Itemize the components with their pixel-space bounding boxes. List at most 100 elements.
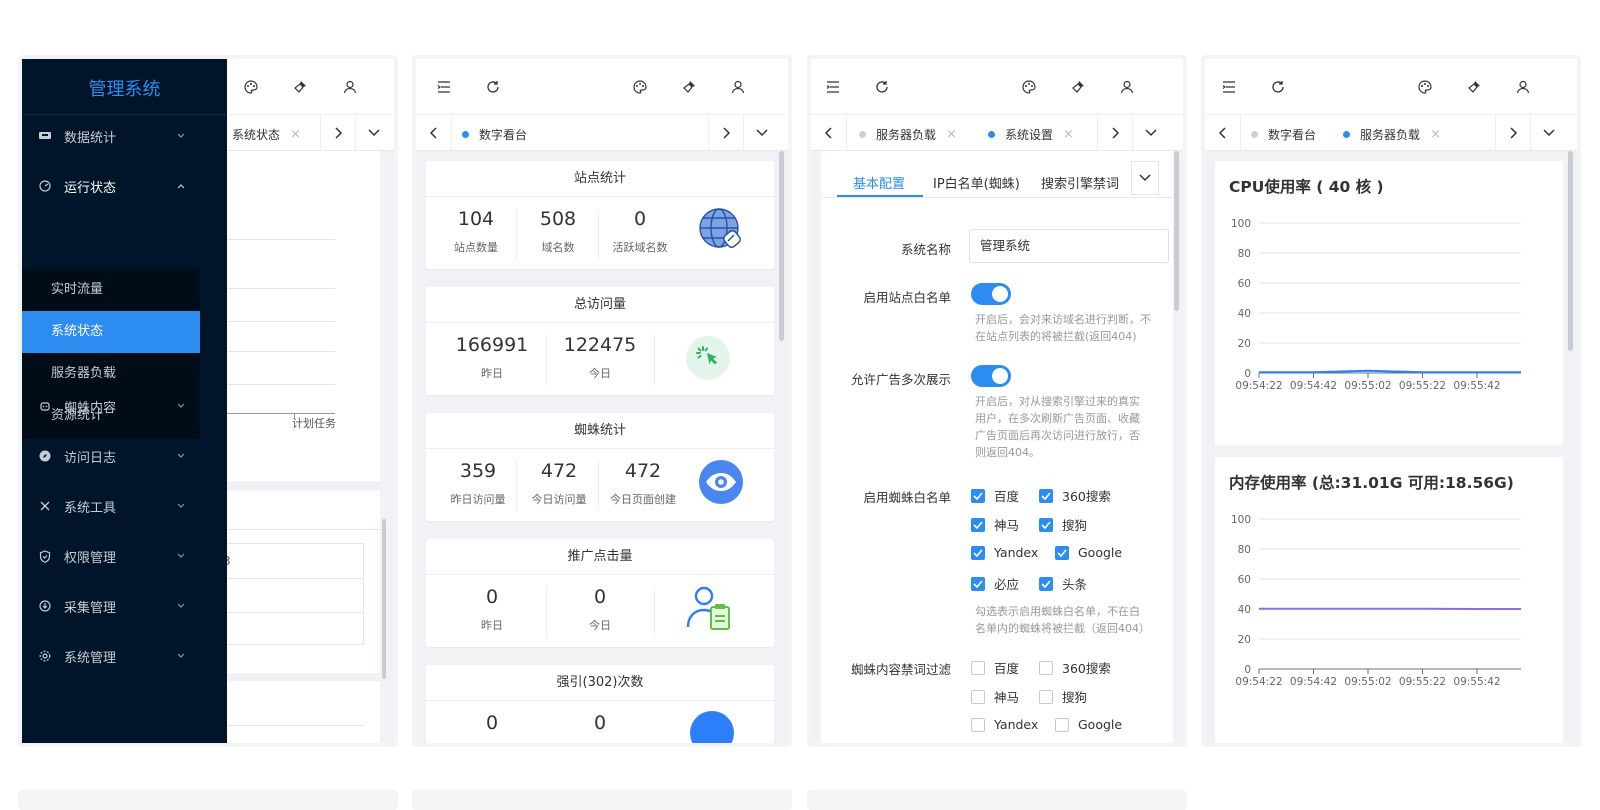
ads-multi-display-toggle[interactable] xyxy=(971,365,1011,387)
scrollbar[interactable] xyxy=(1174,151,1179,311)
eye-icon xyxy=(698,459,744,508)
tab-status-dot xyxy=(988,131,995,138)
tab-menu-button[interactable] xyxy=(1531,115,1567,151)
close-icon[interactable]: × xyxy=(290,127,301,142)
palette-icon[interactable] xyxy=(241,77,261,97)
menu-item-system-admin[interactable]: 系统管理 xyxy=(22,636,227,676)
spider-whitelist-label: 启用蜘蛛白名单 xyxy=(821,487,951,506)
tab-system-settings[interactable]: 系统设置 × xyxy=(988,123,1074,145)
close-icon[interactable]: × xyxy=(1430,127,1441,142)
spider-whitelist-checkbox-baidu[interactable]: 百度 xyxy=(971,486,1019,505)
palette-icon[interactable] xyxy=(1415,77,1435,97)
tab-bar: 数字看台 服务器负载 × xyxy=(1205,115,1577,151)
chevron-down-icon xyxy=(1145,128,1157,138)
tab-server-load[interactable]: 服务器负载 × xyxy=(859,123,957,145)
menu-item-run-status[interactable]: 运行状态 xyxy=(22,166,227,206)
submenu-item-realtime-traffic[interactable]: 实时流量 xyxy=(22,269,200,311)
filter-checkbox-360[interactable]: 360搜索 xyxy=(1039,658,1111,677)
palette-icon[interactable] xyxy=(1019,77,1039,97)
brush-icon[interactable] xyxy=(290,77,310,97)
tab-menu-button[interactable] xyxy=(356,115,392,151)
filter-checkbox-google[interactable]: Google xyxy=(1055,717,1122,732)
top-bar xyxy=(416,59,788,115)
system-name-input[interactable]: 管理系统 xyxy=(969,229,1169,263)
card-title: 总访问量 xyxy=(426,287,774,323)
brush-icon[interactable] xyxy=(1068,77,1088,97)
tab-prev-button[interactable] xyxy=(1205,115,1241,151)
form-tab-basic[interactable]: 基本配置 xyxy=(853,173,905,192)
x-tick-label: 09:55:42 xyxy=(1453,676,1500,688)
tab-prev-button[interactable] xyxy=(811,115,847,151)
spider-whitelist-checkbox-toutiao[interactable]: 头条 xyxy=(1039,574,1087,593)
tools-icon xyxy=(38,500,52,512)
tab-next-button[interactable] xyxy=(1097,115,1133,151)
spider-whitelist-checkbox-360[interactable]: 360搜索 xyxy=(1039,486,1111,505)
scrollbar[interactable] xyxy=(382,519,386,679)
brush-icon[interactable] xyxy=(1464,77,1484,97)
filter-checkbox-shenma[interactable]: 神马 xyxy=(971,687,1019,706)
user-icon[interactable] xyxy=(1117,77,1137,97)
tab-system-status[interactable]: 系统状态 × xyxy=(232,123,301,145)
chevron-down-icon xyxy=(1543,128,1555,138)
spider-whitelist-checkbox-yandex[interactable]: Yandex xyxy=(971,545,1038,560)
filter-checkbox-sogou[interactable]: 搜狗 xyxy=(1039,687,1087,706)
spider-whitelist-checkbox-bing[interactable]: 必应 xyxy=(971,574,1019,593)
form-tab-ip-whitelist[interactable]: IP白名单(蜘蛛) xyxy=(933,173,1020,192)
filter-checkbox-yandex[interactable]: Yandex xyxy=(971,717,1038,732)
spider-whitelist-checkbox-sogou[interactable]: 搜狗 xyxy=(1039,515,1087,534)
submenu-item-system-status[interactable]: 系统状态 xyxy=(22,311,200,353)
menu-fold-icon[interactable] xyxy=(1219,77,1239,97)
tab-digital-dashboard[interactable]: 数字看台 xyxy=(1251,123,1316,145)
tab-menu-button[interactable] xyxy=(744,115,780,151)
tab-next-button[interactable] xyxy=(708,115,744,151)
shield-icon xyxy=(38,550,52,563)
x-tick-label: 09:55:22 xyxy=(1399,676,1446,688)
close-icon[interactable]: × xyxy=(1063,127,1074,142)
tab-next-button[interactable] xyxy=(320,115,356,151)
tab-digital-dashboard[interactable]: 数字看台 xyxy=(462,123,527,145)
spider-stats-card: 蜘蛛统计 359昨日访问量 472今日访问量 472今日页面创建 xyxy=(426,413,774,521)
chevron-down-icon xyxy=(177,601,185,612)
stat-yesterday: 0 xyxy=(440,709,544,737)
menu-item-access-log[interactable]: 访问日志 xyxy=(22,436,227,476)
spider-whitelist-checkbox-shenma[interactable]: 神马 xyxy=(971,515,1019,534)
x-tick-label: 09:54:42 xyxy=(1290,676,1337,688)
x-tick-label: 09:54:42 xyxy=(1290,380,1337,392)
menu-fold-icon[interactable] xyxy=(434,77,454,97)
brush-icon[interactable] xyxy=(679,77,699,97)
blue-circle-icon xyxy=(690,711,734,747)
palette-icon[interactable] xyxy=(630,77,650,97)
y-tick-label: 0 xyxy=(1244,664,1251,676)
tab-prev-button[interactable] xyxy=(416,115,452,151)
menu-fold-icon[interactable] xyxy=(823,77,843,97)
top-bar xyxy=(811,59,1183,115)
menu-item-data-stats[interactable]: 数据统计 xyxy=(22,116,227,156)
stat-today: 0今日 xyxy=(548,583,652,633)
filter-checkbox-baidu[interactable]: 百度 xyxy=(971,658,1019,677)
form-tab-more-button[interactable] xyxy=(1131,161,1159,195)
menu-item-system-tools[interactable]: 系统工具 xyxy=(22,486,227,526)
tab-label: 服务器负载 xyxy=(1360,126,1420,143)
tab-server-load[interactable]: 服务器负载 × xyxy=(1343,123,1441,145)
scrollbar[interactable] xyxy=(1568,151,1573,351)
spider-whitelist-checkbox-google[interactable]: Google xyxy=(1055,545,1122,560)
form-tab-search-banned-words[interactable]: 搜索引擎禁词 xyxy=(1041,173,1119,192)
next-row-phone xyxy=(412,790,792,810)
menu-item-collection[interactable]: 采集管理 xyxy=(22,586,227,626)
menu-item-spider-content[interactable]: 蜘蛛内容 xyxy=(22,386,227,426)
user-icon[interactable] xyxy=(1513,77,1533,97)
scrollbar[interactable] xyxy=(779,151,784,341)
dashboard-icon xyxy=(38,180,52,192)
close-icon[interactable]: × xyxy=(946,127,957,142)
site-whitelist-toggle[interactable] xyxy=(971,283,1011,305)
refresh-icon[interactable] xyxy=(483,77,503,97)
refresh-icon[interactable] xyxy=(872,77,892,97)
background-table-card: 3 xyxy=(222,491,380,673)
menu-label: 系统工具 xyxy=(64,497,116,516)
user-icon[interactable] xyxy=(728,77,748,97)
refresh-icon[interactable] xyxy=(1268,77,1288,97)
menu-item-permissions[interactable]: 权限管理 xyxy=(22,536,227,576)
user-icon[interactable] xyxy=(340,77,360,97)
tab-next-button[interactable] xyxy=(1495,115,1531,151)
tab-menu-button[interactable] xyxy=(1133,115,1169,151)
